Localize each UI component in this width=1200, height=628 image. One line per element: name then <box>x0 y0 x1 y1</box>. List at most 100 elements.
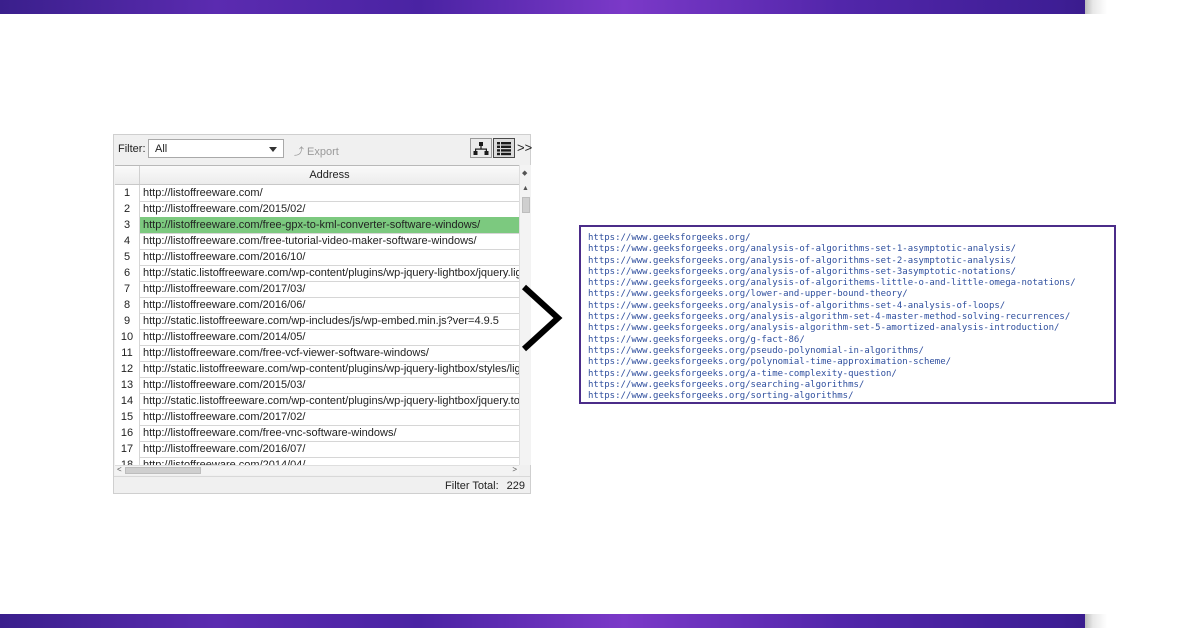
table-row[interactable]: 4 http://listoffreeware.com/free-tutorial… <box>115 233 519 250</box>
scroll-right-icon[interactable]: > <box>512 465 517 474</box>
table-row[interactable]: 10 http://listoffreeware.com/2014/05/ <box>115 329 519 346</box>
table-row[interactable]: 12 http://static.listoffreeware.com/wp-co… <box>115 361 519 378</box>
row-address[interactable]: http://listoffreeware.com/ <box>140 185 519 201</box>
row-number: 4 <box>115 233 140 249</box>
row-address[interactable]: http://listoffreeware.com/free-gpx-to-km… <box>140 217 519 233</box>
list-item: https://www.geeksforgeeks.org/pseudo-pol… <box>588 345 924 356</box>
list-item: https://www.geeksforgeeks.org/lower-and-… <box>588 289 908 300</box>
table-row[interactable]: 17 http://listoffreeware.com/2016/07/ <box>115 441 519 458</box>
row-address[interactable]: http://listoffreeware.com/free-vcf-viewe… <box>140 345 519 361</box>
list-item: https://www.geeksforgeeks.org/analysis-a… <box>588 323 1060 334</box>
filter-dropdown[interactable]: All <box>148 139 284 158</box>
tree-view-icon <box>473 142 489 155</box>
row-address[interactable]: http://static.listoffreeware.com/wp-cont… <box>140 361 519 377</box>
address-grid: Address 1 http://listoffreeware.com/2 http… <box>115 165 519 466</box>
table-row[interactable]: 1 http://listoffreeware.com/ <box>115 185 519 202</box>
table-row[interactable]: 2 http://listoffreeware.com/2015/02/ <box>115 201 519 218</box>
row-address[interactable]: http://listoffreeware.com/2016/06/ <box>140 297 519 313</box>
top-banner <box>0 0 1200 14</box>
address-column-header[interactable]: Address <box>140 166 519 184</box>
url-list-box: https://www.geeksforgeeks.org/https://ww… <box>579 225 1116 404</box>
table-row[interactable]: 3 http://listoffreeware.com/free-gpx-to-k… <box>115 217 519 234</box>
list-view-icon <box>497 142 511 156</box>
list-view-button[interactable] <box>493 138 515 158</box>
row-address[interactable]: http://listoffreeware.com/free-vnc-softw… <box>140 425 519 441</box>
table-row[interactable]: 9 http://static.listoffreeware.com/wp-inc… <box>115 313 519 330</box>
row-address[interactable]: http://listoffreeware.com/2015/03/ <box>140 377 519 393</box>
table-row[interactable]: 6 http://static.listoffreeware.com/wp-con… <box>115 265 519 282</box>
export-label: Export <box>307 146 339 158</box>
row-number: 13 <box>115 377 140 393</box>
bottom-banner <box>0 614 1200 628</box>
banner-gradient <box>0 614 1200 628</box>
table-row[interactable]: 13 http://listoffreeware.com/2015/03/ <box>115 377 519 394</box>
link-extractor-panel: Filter: All ⤴ Export >> Address 1 http:/… <box>113 134 532 495</box>
row-address[interactable]: http://static.listoffreeware.com/wp-cont… <box>140 393 519 409</box>
list-item: https://www.geeksforgeeks.org/analysis-o… <box>588 278 1076 289</box>
row-number: 9 <box>115 313 140 329</box>
list-item: https://www.geeksforgeeks.org/a-time-com… <box>588 368 897 379</box>
row-number: 8 <box>115 297 140 313</box>
horizontal-scroll-thumb[interactable] <box>125 467 201 474</box>
row-number: 3 <box>115 217 140 233</box>
table-row[interactable]: 8 http://listoffreeware.com/2016/06/ <box>115 297 519 314</box>
row-address[interactable]: http://static.listoffreeware.com/wp-incl… <box>140 313 519 329</box>
export-button[interactable]: ⤴ Export <box>294 143 339 158</box>
row-number: 1 <box>115 185 140 201</box>
list-item: https://www.geeksforgeeks.org/sorting-al… <box>588 391 854 402</box>
table-row[interactable]: 5 http://listoffreeware.com/2016/10/ <box>115 249 519 266</box>
list-item: https://www.geeksforgeeks.org/g-fact-86/ <box>588 334 805 345</box>
url-list: https://www.geeksforgeeks.org/https://ww… <box>581 227 1114 402</box>
list-item: https://www.geeksforgeeks.org/analysis-o… <box>588 244 1017 255</box>
grid-corner <box>115 166 140 184</box>
filter-total: Filter Total: 229 <box>445 480 525 492</box>
row-address[interactable]: http://listoffreeware.com/2017/03/ <box>140 281 519 297</box>
filter-label: Filter: <box>118 143 146 155</box>
row-address[interactable]: http://listoffreeware.com/2015/02/ <box>140 201 519 217</box>
more-button[interactable]: >> <box>517 140 532 155</box>
toolbar: Filter: All ⤴ Export >> <box>114 135 532 163</box>
row-number: 10 <box>115 329 140 345</box>
row-number: 14 <box>115 393 140 409</box>
banner-gradient <box>0 0 1200 14</box>
list-item: https://www.geeksforgeeks.org/analysis-o… <box>588 255 1017 266</box>
chevron-right-icon <box>521 284 563 352</box>
dropdown-caret-icon <box>269 147 277 152</box>
table-row[interactable]: 11 http://listoffreeware.com/free-vcf-vie… <box>115 345 519 362</box>
list-item: https://www.geeksforgeeks.org/analysis-o… <box>588 266 1017 277</box>
row-number: 15 <box>115 409 140 425</box>
grid-header: Address <box>115 166 519 185</box>
scroll-left-icon[interactable]: < <box>117 465 122 474</box>
row-address[interactable]: http://listoffreeware.com/2014/05/ <box>140 329 519 345</box>
row-number: 16 <box>115 425 140 441</box>
row-address[interactable]: http://listoffreeware.com/2016/10/ <box>140 249 519 265</box>
filter-total-value: 229 <box>506 480 525 492</box>
banner-fade <box>1085 0 1200 14</box>
horizontal-scrollbar[interactable]: < > <box>115 465 519 475</box>
tree-view-button[interactable] <box>470 138 492 158</box>
list-item: https://www.geeksforgeeks.org/ <box>588 233 751 243</box>
filter-total-label: Filter Total: <box>445 480 499 492</box>
row-address[interactable]: http://listoffreeware.com/2016/07/ <box>140 441 519 457</box>
row-number: 11 <box>115 345 140 361</box>
row-address[interactable]: http://static.listoffreeware.com/wp-cont… <box>140 265 519 281</box>
table-row[interactable]: 16 http://listoffreeware.com/free-vnc-sof… <box>115 425 519 442</box>
row-number: 12 <box>115 361 140 377</box>
row-number: 2 <box>115 201 140 217</box>
vertical-scroll-thumb[interactable] <box>522 197 530 213</box>
status-bar: Filter Total: 229 <box>114 476 530 495</box>
list-item: https://www.geeksforgeeks.org/searching-… <box>588 379 865 390</box>
table-row[interactable]: 7 http://listoffreeware.com/2017/03/ <box>115 281 519 298</box>
export-icon: ⤴ <box>294 147 304 158</box>
filter-dropdown-value: All <box>155 143 168 155</box>
row-number: 17 <box>115 441 140 457</box>
row-number: 7 <box>115 281 140 297</box>
table-row[interactable]: 15 http://listoffreeware.com/2017/02/ <box>115 409 519 426</box>
table-row[interactable]: 14 http://static.listoffreeware.com/wp-co… <box>115 393 519 410</box>
list-item: https://www.geeksforgeeks.org/analysis-o… <box>588 300 1006 311</box>
row-address[interactable]: http://listoffreeware.com/2017/02/ <box>140 409 519 425</box>
banner-fade <box>1085 614 1200 628</box>
scroll-up-icon[interactable]: ▲ <box>522 185 529 192</box>
row-address[interactable]: http://listoffreeware.com/free-tutorial-… <box>140 233 519 249</box>
row-number: 5 <box>115 249 140 265</box>
